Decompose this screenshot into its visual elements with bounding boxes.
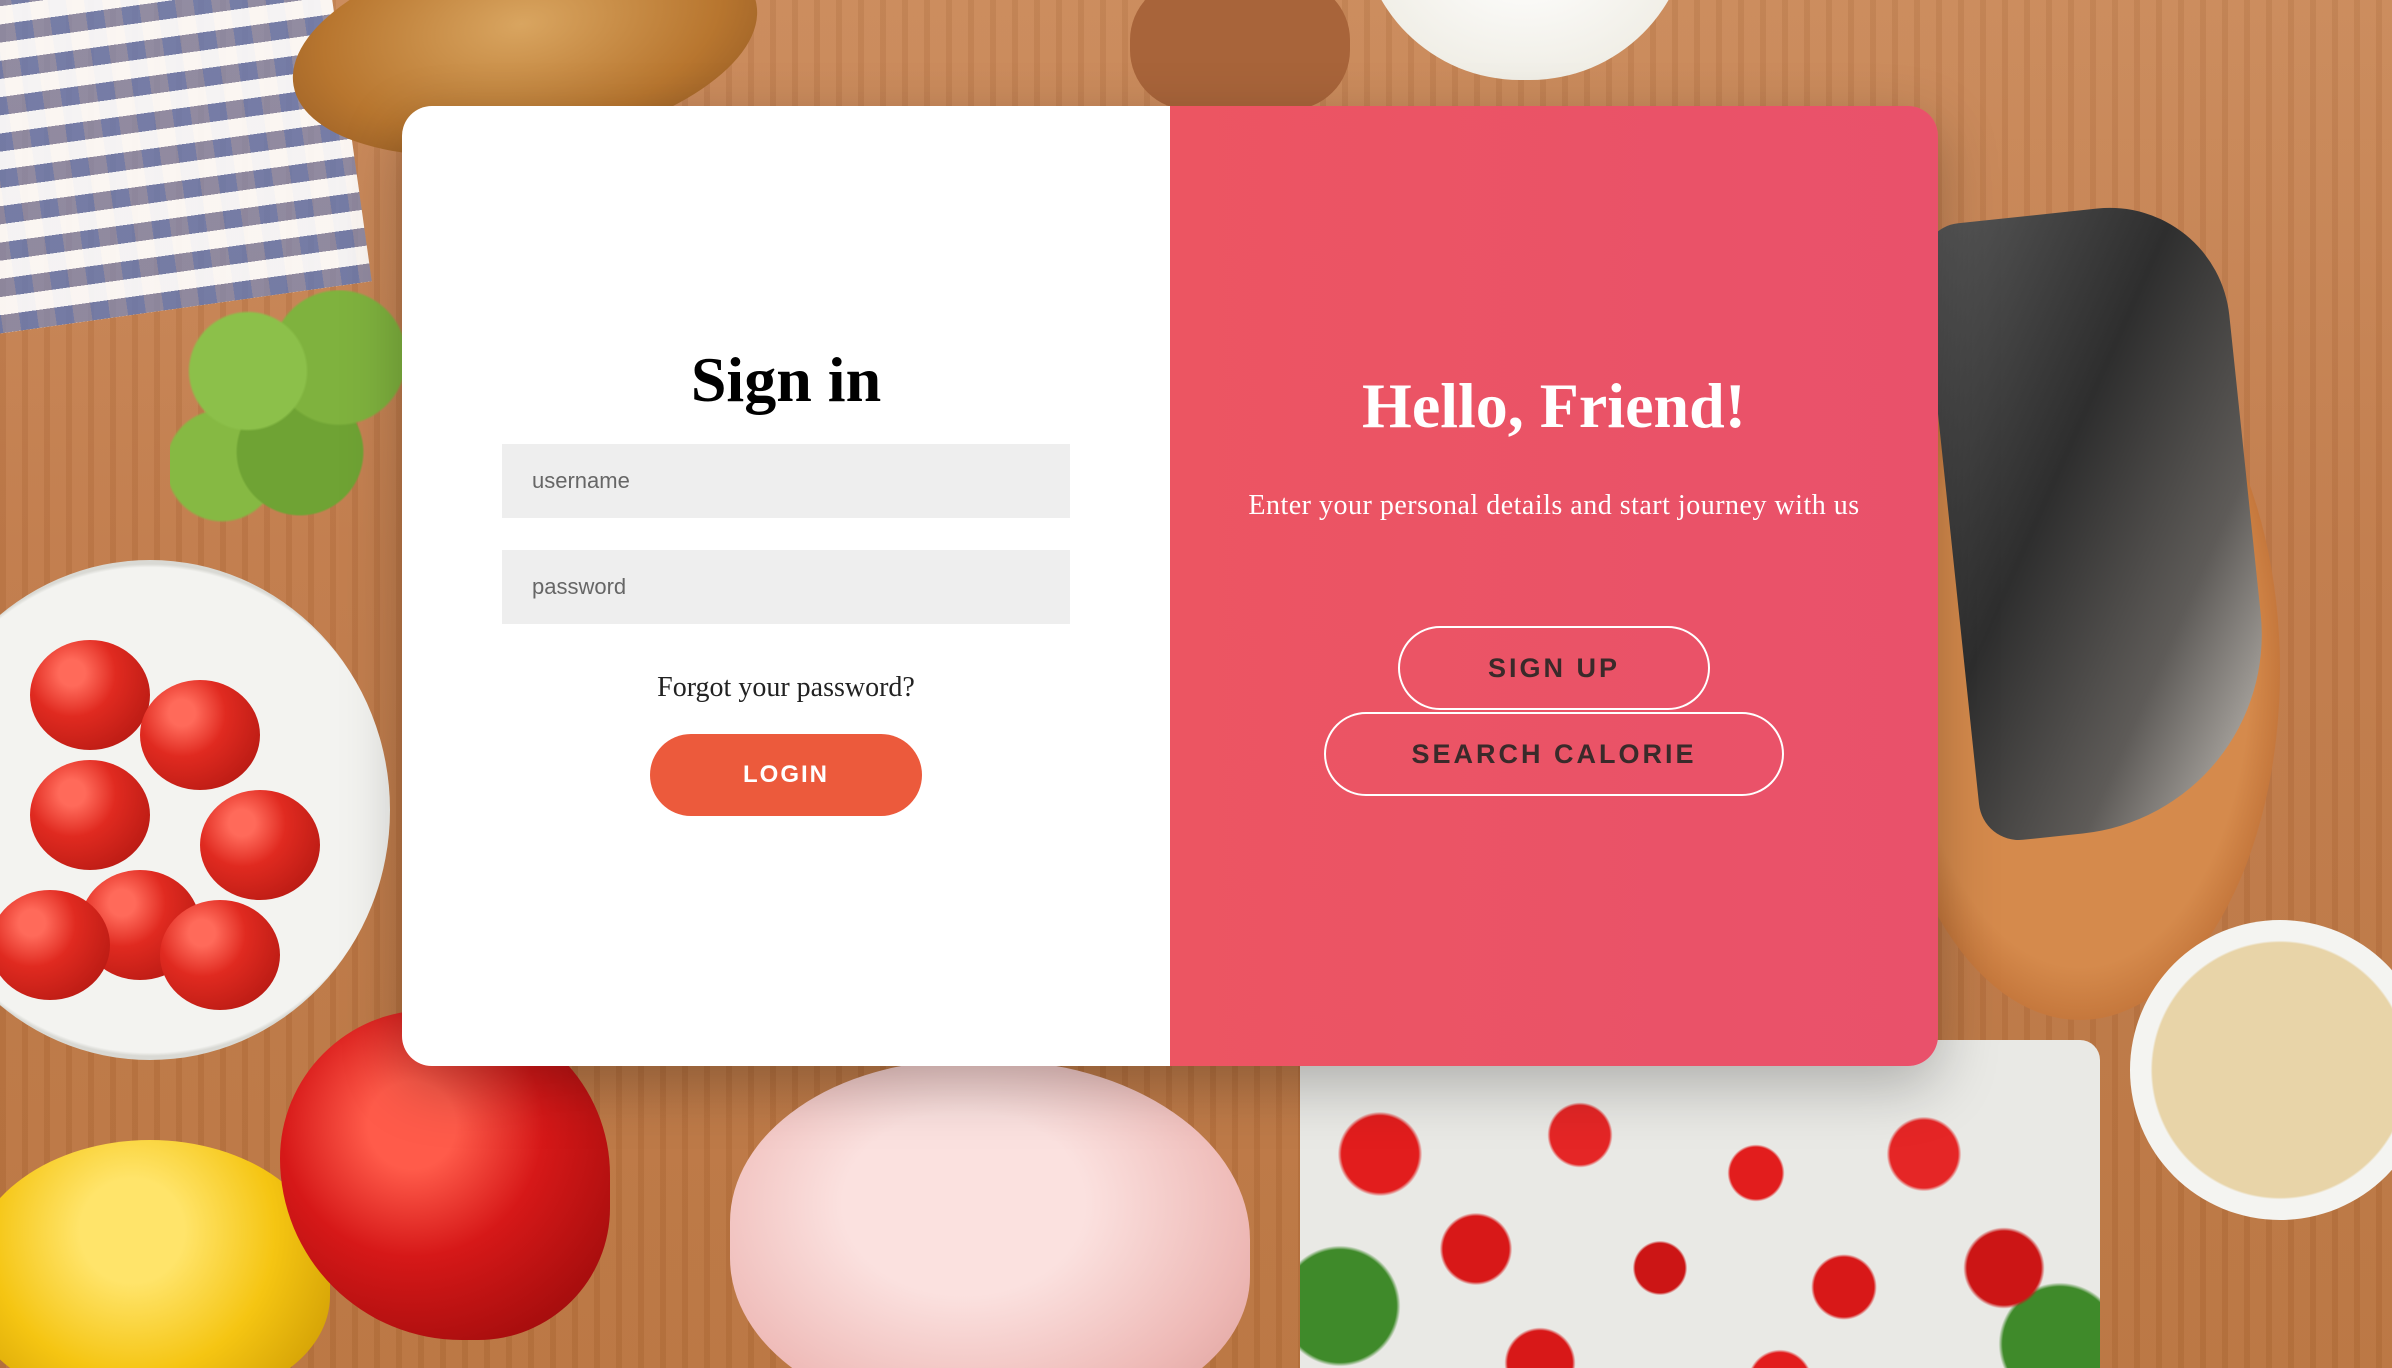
- tomato-image: [160, 900, 280, 1010]
- signin-panel: Sign in Forgot your password? LOGIN: [402, 106, 1170, 1066]
- salmon-image: [1918, 196, 2282, 844]
- welcome-panel: Hello, Friend! Enter your personal detai…: [1170, 106, 1938, 1066]
- tomato-image: [30, 760, 150, 870]
- login-button[interactable]: LOGIN: [650, 734, 922, 816]
- welcome-title: Hello, Friend!: [1362, 370, 1746, 441]
- strawberries-image: [1300, 1040, 2100, 1368]
- tomato-bowl-image: [0, 560, 390, 1060]
- forgot-password-link[interactable]: Forgot your password?: [402, 672, 1170, 704]
- broccoli-image: [170, 290, 430, 560]
- tomato-image: [140, 680, 260, 790]
- tomato-image: [30, 640, 150, 750]
- sign-up-button[interactable]: SIGN UP: [1398, 626, 1710, 710]
- tomato-image: [0, 890, 110, 1000]
- signin-title: Sign in: [690, 344, 882, 415]
- auth-card: Sign in Forgot your password? LOGIN Hell…: [402, 106, 1938, 1066]
- chicken-breast-image: [730, 1060, 1250, 1368]
- tomato-image: [200, 790, 320, 900]
- search-calorie-button[interactable]: SEARCH CALORIE: [1324, 712, 1784, 796]
- board-handle-image: [1130, 0, 1350, 110]
- password-input[interactable]: [502, 550, 1070, 624]
- username-input[interactable]: [502, 444, 1070, 518]
- welcome-message: Enter your personal details and start jo…: [1248, 490, 1860, 521]
- milk-glass-image: [1360, 0, 1690, 80]
